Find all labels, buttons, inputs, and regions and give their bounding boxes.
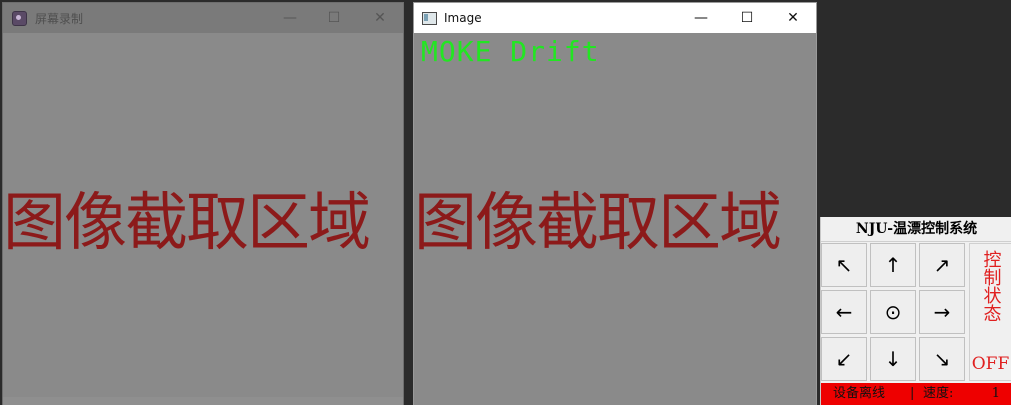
arrow-up-left-icon: ↖: [835, 253, 853, 277]
image-window: Image — ☐ ✕ MOKE Drift 图像截取区域: [414, 3, 816, 405]
panel-title: NJU-温漂控制系统: [821, 217, 1011, 242]
arrow-up-right-icon: ↗: [933, 253, 951, 277]
move-right-button[interactable]: →: [919, 290, 965, 334]
move-up-button[interactable]: ↑: [870, 243, 916, 287]
center-dot-icon: ⊙: [884, 300, 902, 324]
speed-value: 1: [991, 386, 1000, 401]
screen-recorder-window: 屏幕录制 — ☐ ✕ 图像截取区域: [3, 3, 403, 405]
capture-area[interactable]: 图像截取区域: [3, 33, 403, 397]
move-left-button[interactable]: ←: [821, 290, 867, 334]
move-down-right-button[interactable]: ↘: [919, 337, 965, 381]
move-down-left-button[interactable]: ↙: [821, 337, 867, 381]
app-icon: [12, 10, 27, 26]
window-title: Image: [444, 11, 482, 25]
center-button[interactable]: ⊙: [870, 290, 916, 334]
arrow-up-icon: ↑: [884, 253, 902, 277]
image-window-icon: [422, 11, 437, 25]
move-up-left-button[interactable]: ↖: [821, 243, 867, 287]
speed-label: 速度:: [923, 386, 954, 401]
move-down-button[interactable]: ↓: [870, 337, 916, 381]
title-bar[interactable]: Image — ☐ ✕: [414, 3, 816, 33]
arrow-down-right-icon: ↘: [933, 347, 951, 371]
control-status-toggle[interactable]: 控制状态 OFF: [969, 243, 1011, 381]
capture-region-label: 图像截取区域: [3, 186, 371, 259]
minimize-button[interactable]: —: [678, 3, 724, 33]
image-display: MOKE Drift 图像截取区域: [414, 33, 816, 405]
status-bar: 设备离线 | 速度: 1: [821, 383, 1011, 405]
bottom-bar: [3, 397, 403, 405]
control-status-value: OFF: [971, 354, 1010, 374]
capture-region-label: 图像截取区域: [414, 186, 782, 259]
minimize-button[interactable]: —: [267, 3, 313, 33]
arrow-right-icon: →: [933, 300, 951, 324]
close-button[interactable]: ✕: [770, 3, 816, 33]
overlay-text: MOKE Drift: [421, 35, 600, 68]
move-up-right-button[interactable]: ↗: [919, 243, 965, 287]
desktop: 屏幕录制 — ☐ ✕ 图像截取区域 Image — ☐ ✕ MOKE Drift…: [0, 0, 1011, 405]
close-button[interactable]: ✕: [357, 3, 403, 33]
arrow-down-icon: ↓: [884, 347, 902, 371]
device-status: 设备离线: [833, 386, 886, 401]
status-separator: |: [910, 386, 915, 401]
control-status-label: 控制状态: [980, 250, 1002, 322]
window-title: 屏幕录制: [35, 11, 84, 26]
arrow-down-left-icon: ↙: [835, 347, 853, 371]
drift-control-panel: NJU-温漂控制系统 ↖ ↑ ↗ ← ⊙ → ↙ ↓ ↘ 控制状态 OFF 设备…: [820, 217, 1011, 405]
maximize-button[interactable]: ☐: [724, 3, 770, 33]
title-bar[interactable]: 屏幕录制 — ☐ ✕: [3, 3, 403, 33]
arrow-left-icon: ←: [835, 300, 853, 324]
maximize-button[interactable]: ☐: [311, 3, 357, 33]
